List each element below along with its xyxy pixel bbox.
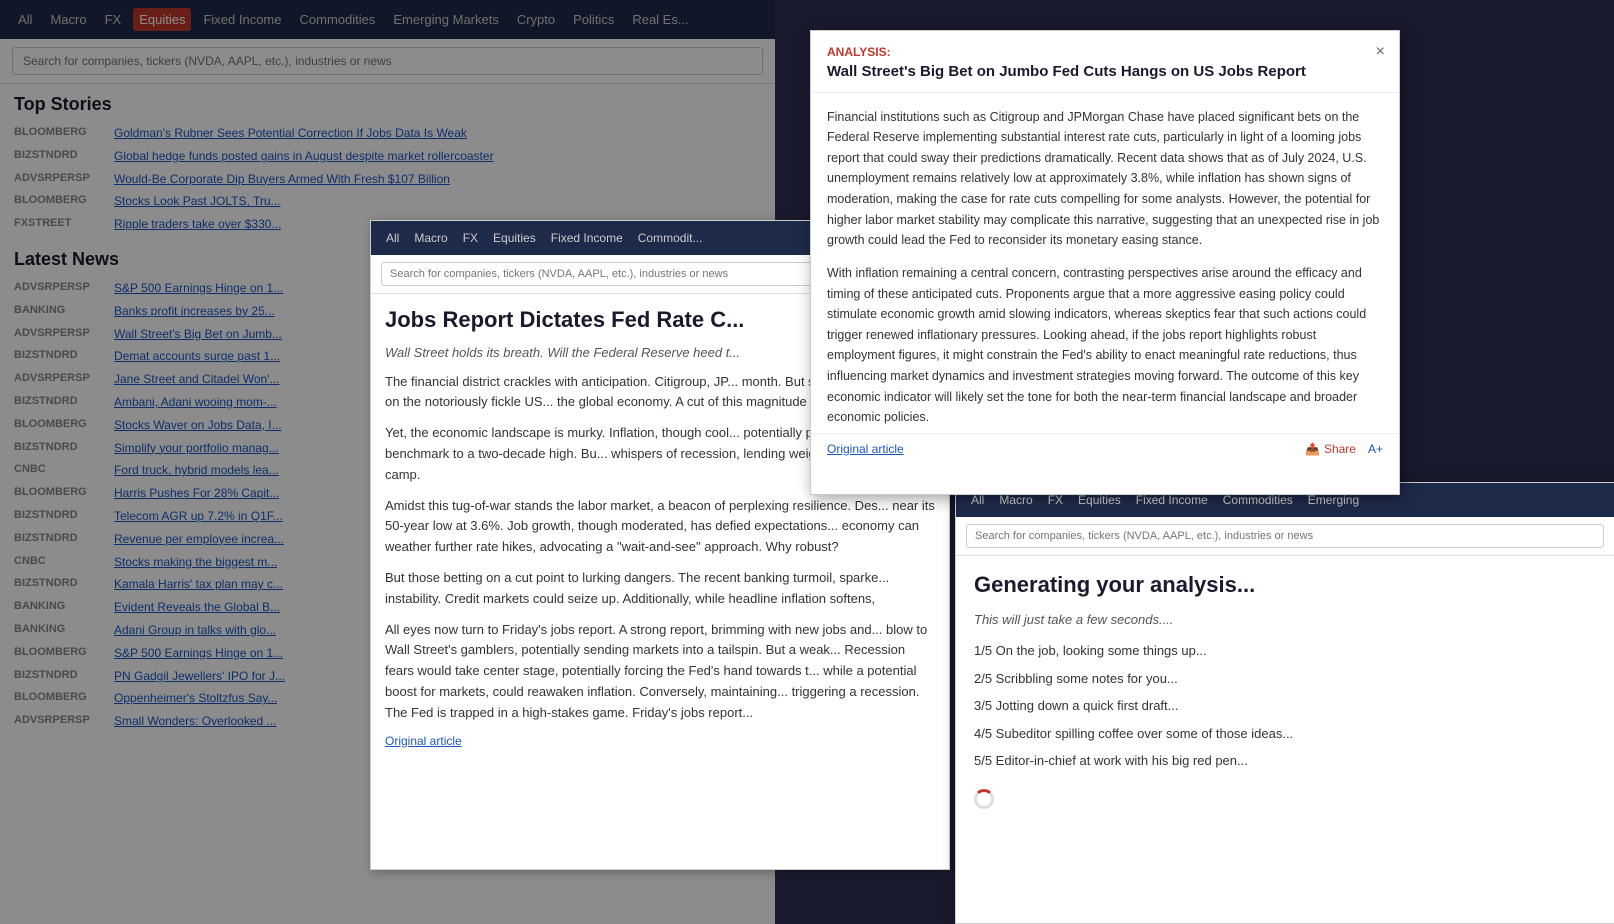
mid-nav-commodities[interactable]: Commodit...	[633, 228, 708, 248]
share-label: Share	[1324, 442, 1356, 456]
mid-nav-fixed-income[interactable]: Fixed Income	[546, 228, 628, 248]
analysis-footer: Original article 📤 Share A+	[811, 433, 1399, 464]
generating-panel: All Macro FX Equities Fixed Income Commo…	[955, 482, 1614, 924]
mid-nav-fx[interactable]: FX	[458, 228, 483, 248]
analysis-label: ANALYSIS:	[827, 45, 1383, 59]
article-paragraph: All eyes now turn to Friday's jobs repor…	[385, 620, 935, 724]
progress-step: 3/5 Jotting down a quick first draft...	[974, 696, 1596, 716]
progress-step: 2/5 Scribbling some notes for you...	[974, 669, 1596, 689]
mid-nav-macro[interactable]: Macro	[409, 228, 452, 248]
analysis-paragraph: Financial institutions such as Citigroup…	[827, 107, 1383, 251]
loading-spinner	[974, 789, 994, 809]
progress-step: 5/5 Editor-in-chief at work with his big…	[974, 751, 1596, 771]
analysis-title: Wall Street's Big Bet on Jumbo Fed Cuts …	[827, 62, 1383, 82]
generating-title: Generating your analysis...	[974, 572, 1596, 598]
share-button[interactable]: 📤 Share	[1305, 442, 1356, 456]
generating-search-bar	[956, 517, 1614, 556]
generating-search-input[interactable]	[966, 524, 1604, 548]
analysis-header: × ANALYSIS: Wall Street's Big Bet on Jum…	[811, 31, 1399, 93]
article-paragraph: Amidst this tug-of-war stands the labor …	[385, 496, 935, 558]
article-paragraph: But those betting on a cut point to lurk…	[385, 568, 935, 610]
mid-nav-all[interactable]: All	[381, 228, 404, 248]
share-icon: 📤	[1305, 442, 1320, 456]
progress-step: 1/5 On the job, looking some things up..…	[974, 641, 1596, 661]
close-icon[interactable]: ×	[1376, 43, 1385, 61]
analysis-paragraph: With inflation remaining a central conce…	[827, 263, 1383, 428]
original-article-link[interactable]: Original article	[385, 734, 935, 748]
generating-body: Generating your analysis... This will ju…	[956, 556, 1614, 828]
analysis-actions: 📤 Share A+	[1305, 442, 1383, 456]
mid-nav-equities[interactable]: Equities	[488, 228, 541, 248]
analysis-panel: × ANALYSIS: Wall Street's Big Bet on Jum…	[810, 30, 1400, 495]
generating-subtitle: This will just take a few seconds....	[974, 612, 1596, 627]
progress-step: 4/5 Subeditor spilling coffee over some …	[974, 724, 1596, 744]
analysis-original-link[interactable]: Original article	[827, 442, 904, 456]
analysis-body: Financial institutions such as Citigroup…	[811, 93, 1399, 433]
font-size-button[interactable]: A+	[1368, 442, 1383, 456]
